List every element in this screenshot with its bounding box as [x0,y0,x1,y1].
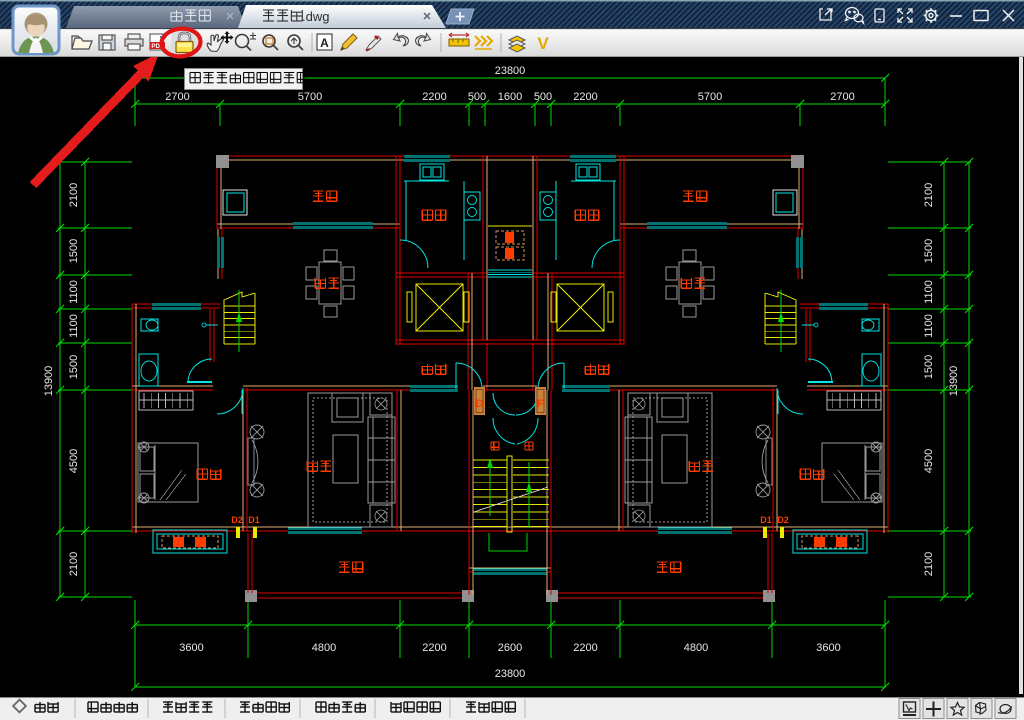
svg-text:1600: 1600 [498,91,522,103]
svg-text:1100: 1100 [68,280,80,304]
svg-text:3600: 3600 [179,642,203,654]
svg-text:1500: 1500 [68,239,80,263]
svg-text:2200: 2200 [573,642,597,654]
svg-text:2200: 2200 [573,91,597,103]
svg-text:2700: 2700 [830,91,854,103]
svg-text:2200: 2200 [422,91,446,103]
svg-text:1500: 1500 [923,239,935,263]
svg-text:D: D [476,398,484,410]
svg-text:4500: 4500 [923,449,935,473]
svg-text:D1: D1 [760,515,772,525]
svg-text:4500: 4500 [68,449,80,473]
svg-text:2100: 2100 [923,183,935,207]
svg-text:3600: 3600 [816,642,840,654]
svg-text:1100: 1100 [68,314,80,338]
svg-text:2600: 2600 [498,642,522,654]
svg-text:1500: 1500 [68,355,80,379]
svg-text:13900: 13900 [43,366,55,397]
svg-text:4800: 4800 [684,642,708,654]
svg-text:.dwg: .dwg [302,9,329,24]
svg-text:13900: 13900 [948,366,960,397]
svg-text:D2: D2 [777,515,789,525]
svg-text:F: F [537,398,544,410]
svg-text:D2: D2 [231,515,243,525]
svg-text:2100: 2100 [68,183,80,207]
svg-text:2700: 2700 [165,91,189,103]
svg-text:A: A [320,36,329,50]
svg-text:2100: 2100 [923,552,935,576]
svg-text:1100: 1100 [923,314,935,338]
svg-text:500: 500 [534,91,552,103]
svg-text:5700: 5700 [698,91,722,103]
svg-text:1500: 1500 [923,355,935,379]
svg-text:V: V [537,34,549,53]
svg-text:D1: D1 [248,515,260,525]
svg-text:1100: 1100 [923,280,935,304]
svg-text:2200: 2200 [422,642,446,654]
svg-text:5700: 5700 [298,91,322,103]
svg-text:23800: 23800 [495,668,526,680]
svg-text:23800: 23800 [495,65,526,77]
svg-text:500: 500 [468,91,486,103]
svg-text:2100: 2100 [68,552,80,576]
svg-text:4800: 4800 [312,642,336,654]
